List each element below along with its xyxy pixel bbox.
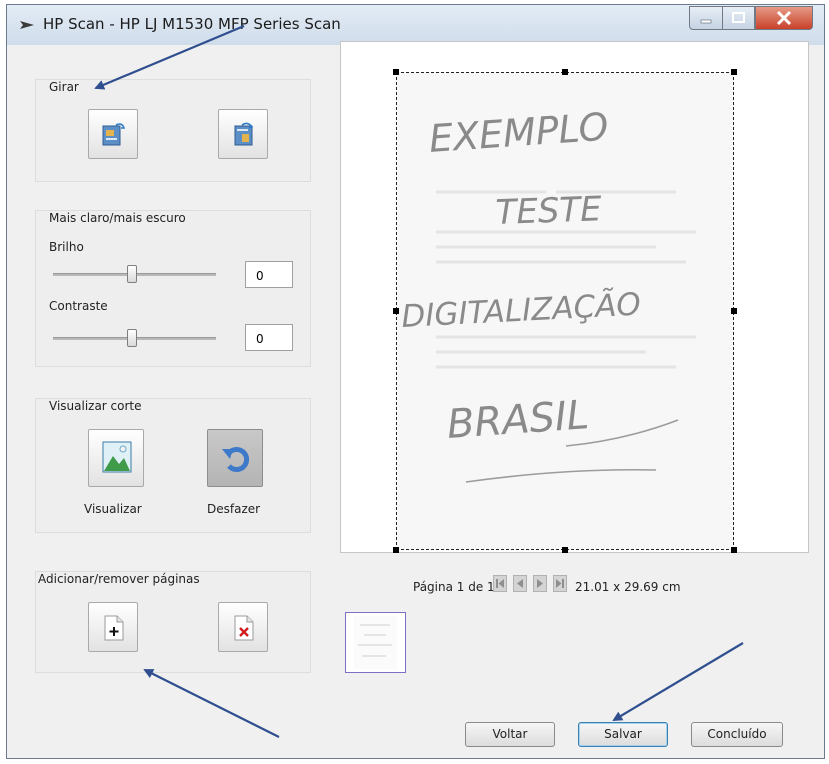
close-icon [776,10,792,26]
rotate-group: Girar [35,79,311,182]
first-page-icon [496,579,504,588]
crop-handle-top[interactable] [562,69,568,75]
last-page-button[interactable] [553,575,567,592]
first-page-button[interactable] [493,575,507,592]
pages-label: Adicionar/remover páginas [38,572,200,586]
close-button[interactable] [755,6,813,30]
brightness-value-field[interactable]: 0 [245,261,293,288]
rotate-right-icon [234,122,254,146]
scan-window: HP Scan - HP LJ M1530 MFP Series Scan Gi… [6,4,825,759]
last-page-icon [556,579,564,588]
rotate-label: Girar [49,80,79,94]
page-thumbnail-image [354,616,397,669]
done-button[interactable]: Concluído [691,722,783,747]
picture-icon [102,441,132,473]
crop-group: Visualizar corte Visualizar Desfazer [35,398,311,533]
remove-page-button[interactable] [218,602,268,652]
contrast-slider-thumb[interactable] [127,329,137,347]
crop-handle-left[interactable] [393,308,399,314]
previous-page-button[interactable] [513,575,527,592]
preview-crop-button[interactable] [88,429,144,487]
minimize-icon [700,19,712,24]
crop-handle-top-left[interactable] [393,69,399,75]
maximize-button[interactable] [722,6,755,30]
crop-handle-right[interactable] [731,308,737,314]
preview-crop-label: Visualizar [84,502,142,516]
add-page-icon [104,615,124,641]
hp-scan-app-icon [20,21,34,29]
contrast-value-field[interactable]: 0 [245,324,293,351]
undo-label: Desfazer [207,502,261,516]
remove-page-icon [234,615,254,641]
crop-handle-bottom-right[interactable] [731,547,737,553]
contrast-label: Contraste [49,299,108,313]
crop-label: Visualizar corte [49,399,142,413]
page-size-text: 21.01 x 29.69 cm [575,580,681,594]
next-page-icon [537,579,543,588]
crop-handle-bottom-left[interactable] [393,547,399,553]
crop-handle-bottom[interactable] [562,547,568,553]
title-bar[interactable]: HP Scan - HP LJ M1530 MFP Series Scan [7,5,824,45]
scan-preview-area[interactable]: EXEMPLO TESTE DIGITALIZAÇÃO BRASIL [340,41,809,553]
pages-group: Adicionar/remover páginas [35,571,311,673]
brightness-contrast-group: Mais claro/mais escuro Brilho 0 Contrast… [35,210,311,367]
crop-handle-top-right[interactable] [731,69,737,75]
add-page-button[interactable] [88,602,138,652]
maximize-icon [732,12,745,23]
rotate-left-button[interactable] [88,109,138,159]
save-button[interactable]: Salvar [578,722,668,747]
undo-button[interactable] [207,429,263,487]
brightness-slider-thumb[interactable] [127,265,137,283]
back-button[interactable]: Voltar [465,722,555,747]
brightness-contrast-label: Mais claro/mais escuro [49,211,186,225]
window-title: HP Scan - HP LJ M1530 MFP Series Scan [43,15,341,33]
rotate-right-button[interactable] [218,109,268,159]
page-indicator: Página 1 de 1 [413,580,495,594]
crop-rectangle[interactable] [396,72,734,550]
rotate-left-icon [102,123,126,146]
minimize-button[interactable] [689,6,723,30]
next-page-button[interactable] [533,575,547,592]
brightness-label: Brilho [49,240,84,254]
previous-page-icon [517,579,523,588]
undo-icon [222,447,250,472]
page-thumbnail[interactable] [345,612,406,673]
